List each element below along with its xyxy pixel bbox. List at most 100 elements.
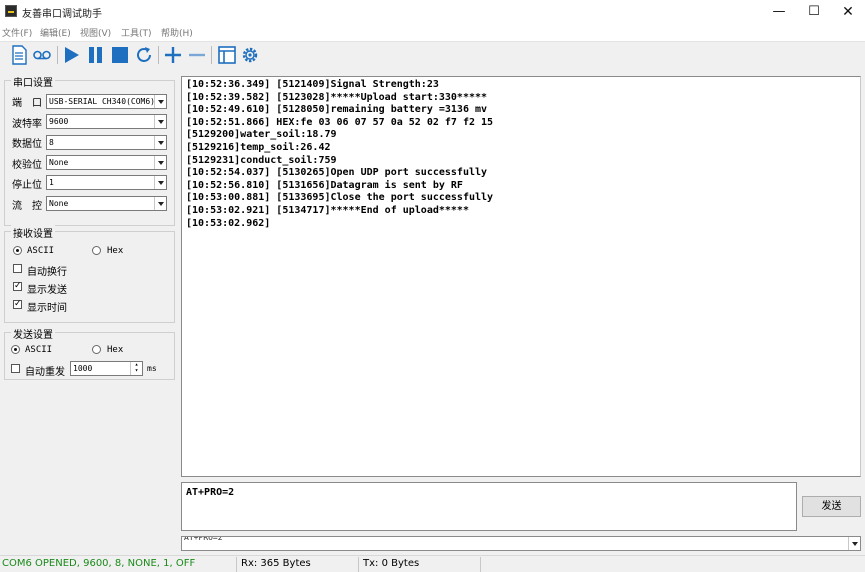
port-select[interactable]: USB-SERIAL CH340(COM6) bbox=[46, 94, 167, 109]
refresh-icon[interactable] bbox=[133, 44, 155, 66]
data-bits-select[interactable]: 8 bbox=[46, 135, 167, 150]
app-icon bbox=[5, 5, 17, 17]
send-settings-title: 发送设置 bbox=[11, 326, 55, 341]
remove-icon[interactable] bbox=[186, 44, 208, 66]
chevron-down-icon[interactable] bbox=[848, 537, 860, 550]
data-bits-label: 数据位 bbox=[12, 139, 42, 150]
connection-status: COM6 OPENED, 9600, 8, NONE, 1, OFF bbox=[2, 558, 196, 569]
chevron-down-icon[interactable] bbox=[154, 176, 166, 189]
status-separator bbox=[480, 557, 481, 572]
auto-resend-checkbox[interactable] bbox=[11, 364, 20, 373]
resend-interval-value: 1000 bbox=[73, 364, 93, 373]
send-button[interactable]: 发送 bbox=[802, 496, 861, 517]
show-send-checkbox[interactable]: ✓ bbox=[13, 282, 22, 291]
baud-select[interactable]: 9600 bbox=[46, 114, 167, 129]
port-value: USB-SERIAL CH340(COM6) bbox=[49, 97, 155, 106]
chevron-down-icon[interactable] bbox=[154, 115, 166, 128]
pause-icon[interactable] bbox=[85, 44, 107, 66]
data-bits-value: 8 bbox=[49, 138, 54, 147]
maximize-button[interactable]: ☐ bbox=[797, 0, 831, 24]
show-time-checkbox[interactable]: ✓ bbox=[13, 300, 22, 309]
app-window: 友善串口调试助手 — ☐ ✕ 文件(F) 编辑(E) 视图(V) 工具(T) 帮… bbox=[0, 0, 865, 572]
chevron-down-icon[interactable] bbox=[154, 197, 166, 210]
log-line: [5129200]water_soil:18.79 bbox=[186, 129, 337, 141]
new-document-icon[interactable] bbox=[8, 44, 30, 66]
stop-bits-value: 1 bbox=[49, 178, 54, 187]
receive-hex-label: Hex bbox=[107, 246, 124, 256]
menu-help[interactable]: 帮助(H) bbox=[161, 26, 193, 39]
baud-value: 9600 bbox=[49, 117, 69, 126]
stop-icon[interactable] bbox=[109, 44, 131, 66]
log-line: [10:53:02.921] [5134717]*****End of uplo… bbox=[186, 204, 469, 216]
port-label: 端 口 bbox=[12, 98, 42, 109]
send-input[interactable]: AT+PRO=2 bbox=[181, 482, 797, 531]
auto-resend-label: 自动重发 bbox=[25, 367, 65, 378]
log-line: [5129231]conduct_soil:759 bbox=[186, 154, 337, 166]
log-line: [10:53:02.962] bbox=[186, 217, 271, 229]
log-line: [10:52:36.349] [5121409]Signal Strength:… bbox=[186, 79, 439, 90]
receive-ascii-label: ASCII bbox=[27, 246, 55, 256]
window-layout-icon[interactable] bbox=[216, 44, 238, 66]
send-hex-label: Hex bbox=[107, 345, 124, 355]
menu-view[interactable]: 视图(V) bbox=[80, 26, 111, 39]
receive-settings-title: 接收设置 bbox=[11, 225, 55, 240]
play-icon[interactable] bbox=[61, 44, 83, 66]
interval-unit-label: ms bbox=[147, 364, 157, 373]
chevron-down-icon[interactable] bbox=[154, 136, 166, 149]
log-line: [10:52:39.582] [5123028]*****Upload star… bbox=[186, 91, 488, 103]
window-title: 友善串口调试助手 bbox=[22, 9, 102, 20]
tx-count: Tx: 0 Bytes bbox=[363, 558, 420, 569]
close-button[interactable]: ✕ bbox=[831, 0, 865, 24]
receive-hex-radio[interactable] bbox=[92, 246, 101, 255]
parity-value: None bbox=[49, 158, 69, 167]
settings-gear-icon[interactable] bbox=[239, 44, 261, 66]
send-settings-group: 发送设置 ASCII Hex 自动重发 1000 ▴ ▾ ms bbox=[4, 326, 175, 380]
status-separator bbox=[236, 557, 237, 572]
flow-control-label: 流 控 bbox=[12, 201, 42, 212]
toolbar-separator bbox=[57, 46, 58, 64]
parity-label: 校验位 bbox=[12, 160, 42, 171]
send-history-select[interactable]: AT+PRO=2 bbox=[181, 536, 861, 551]
toolbar bbox=[0, 42, 865, 68]
rx-count: Rx: 365 Bytes bbox=[241, 558, 311, 569]
receive-settings-group: 接收设置 ASCII Hex 自动换行 ✓ 显示发送 ✓ 显示时间 bbox=[4, 225, 175, 323]
resend-interval-stepper[interactable]: 1000 ▴ ▾ bbox=[70, 361, 143, 376]
receive-log: [10:52:36.349] [5121409]Signal Strength:… bbox=[186, 79, 856, 230]
minimize-button[interactable]: — bbox=[762, 0, 796, 24]
send-ascii-label: ASCII bbox=[25, 345, 53, 355]
show-time-label: 显示时间 bbox=[27, 303, 67, 314]
chevron-down-icon[interactable] bbox=[154, 95, 166, 108]
serial-settings-group: 串口设置 端 口 USB-SERIAL CH340(COM6) 波特率 9600… bbox=[4, 74, 175, 226]
flow-control-value: None bbox=[49, 199, 69, 208]
log-line: [5129216]temp_soil:26.42 bbox=[186, 141, 331, 153]
toolbar-separator bbox=[158, 46, 159, 64]
log-line: [10:52:51.866] HEX:fe 03 06 07 57 0a 52 … bbox=[186, 116, 494, 128]
record-icon[interactable] bbox=[31, 44, 53, 66]
flow-control-select[interactable]: None bbox=[46, 196, 167, 211]
toolbar-separator bbox=[211, 46, 212, 64]
spin-arrows-icon[interactable]: ▴ ▾ bbox=[130, 362, 142, 375]
auto-wrap-checkbox[interactable] bbox=[13, 264, 22, 273]
send-ascii-radio[interactable] bbox=[11, 345, 20, 354]
log-line: [10:53:00.881] [5133695]Close the port s… bbox=[186, 192, 494, 204]
parity-select[interactable]: None bbox=[46, 155, 167, 170]
receive-log-area[interactable]: [10:52:36.349] [5121409]Signal Strength:… bbox=[181, 76, 861, 477]
serial-settings-title: 串口设置 bbox=[11, 74, 55, 89]
log-line: [10:52:56.810] [5131656]Datagram is sent… bbox=[186, 179, 463, 191]
stop-bits-select[interactable]: 1 bbox=[46, 175, 167, 190]
menu-tools[interactable]: 工具(T) bbox=[121, 26, 152, 39]
status-bar: COM6 OPENED, 9600, 8, NONE, 1, OFF Rx: 3… bbox=[0, 555, 865, 572]
title-bar: 友善串口调试助手 — ☐ ✕ bbox=[0, 0, 865, 24]
stop-bits-label: 停止位 bbox=[12, 180, 42, 191]
chevron-down-icon[interactable] bbox=[154, 156, 166, 169]
menu-bar: 文件(F) 编辑(E) 视图(V) 工具(T) 帮助(H) bbox=[0, 24, 865, 42]
menu-file[interactable]: 文件(F) bbox=[2, 26, 32, 39]
receive-ascii-radio[interactable] bbox=[13, 246, 22, 255]
log-line: [10:52:49.610] [5128050]remaining batter… bbox=[186, 104, 488, 116]
add-icon[interactable] bbox=[162, 44, 184, 66]
send-hex-radio[interactable] bbox=[92, 345, 101, 354]
menu-edit[interactable]: 编辑(E) bbox=[40, 26, 71, 39]
show-send-label: 显示发送 bbox=[27, 285, 67, 296]
log-line: [10:52:54.037] [5130265]Open UDP port su… bbox=[186, 167, 488, 179]
baud-label: 波特率 bbox=[12, 119, 42, 130]
